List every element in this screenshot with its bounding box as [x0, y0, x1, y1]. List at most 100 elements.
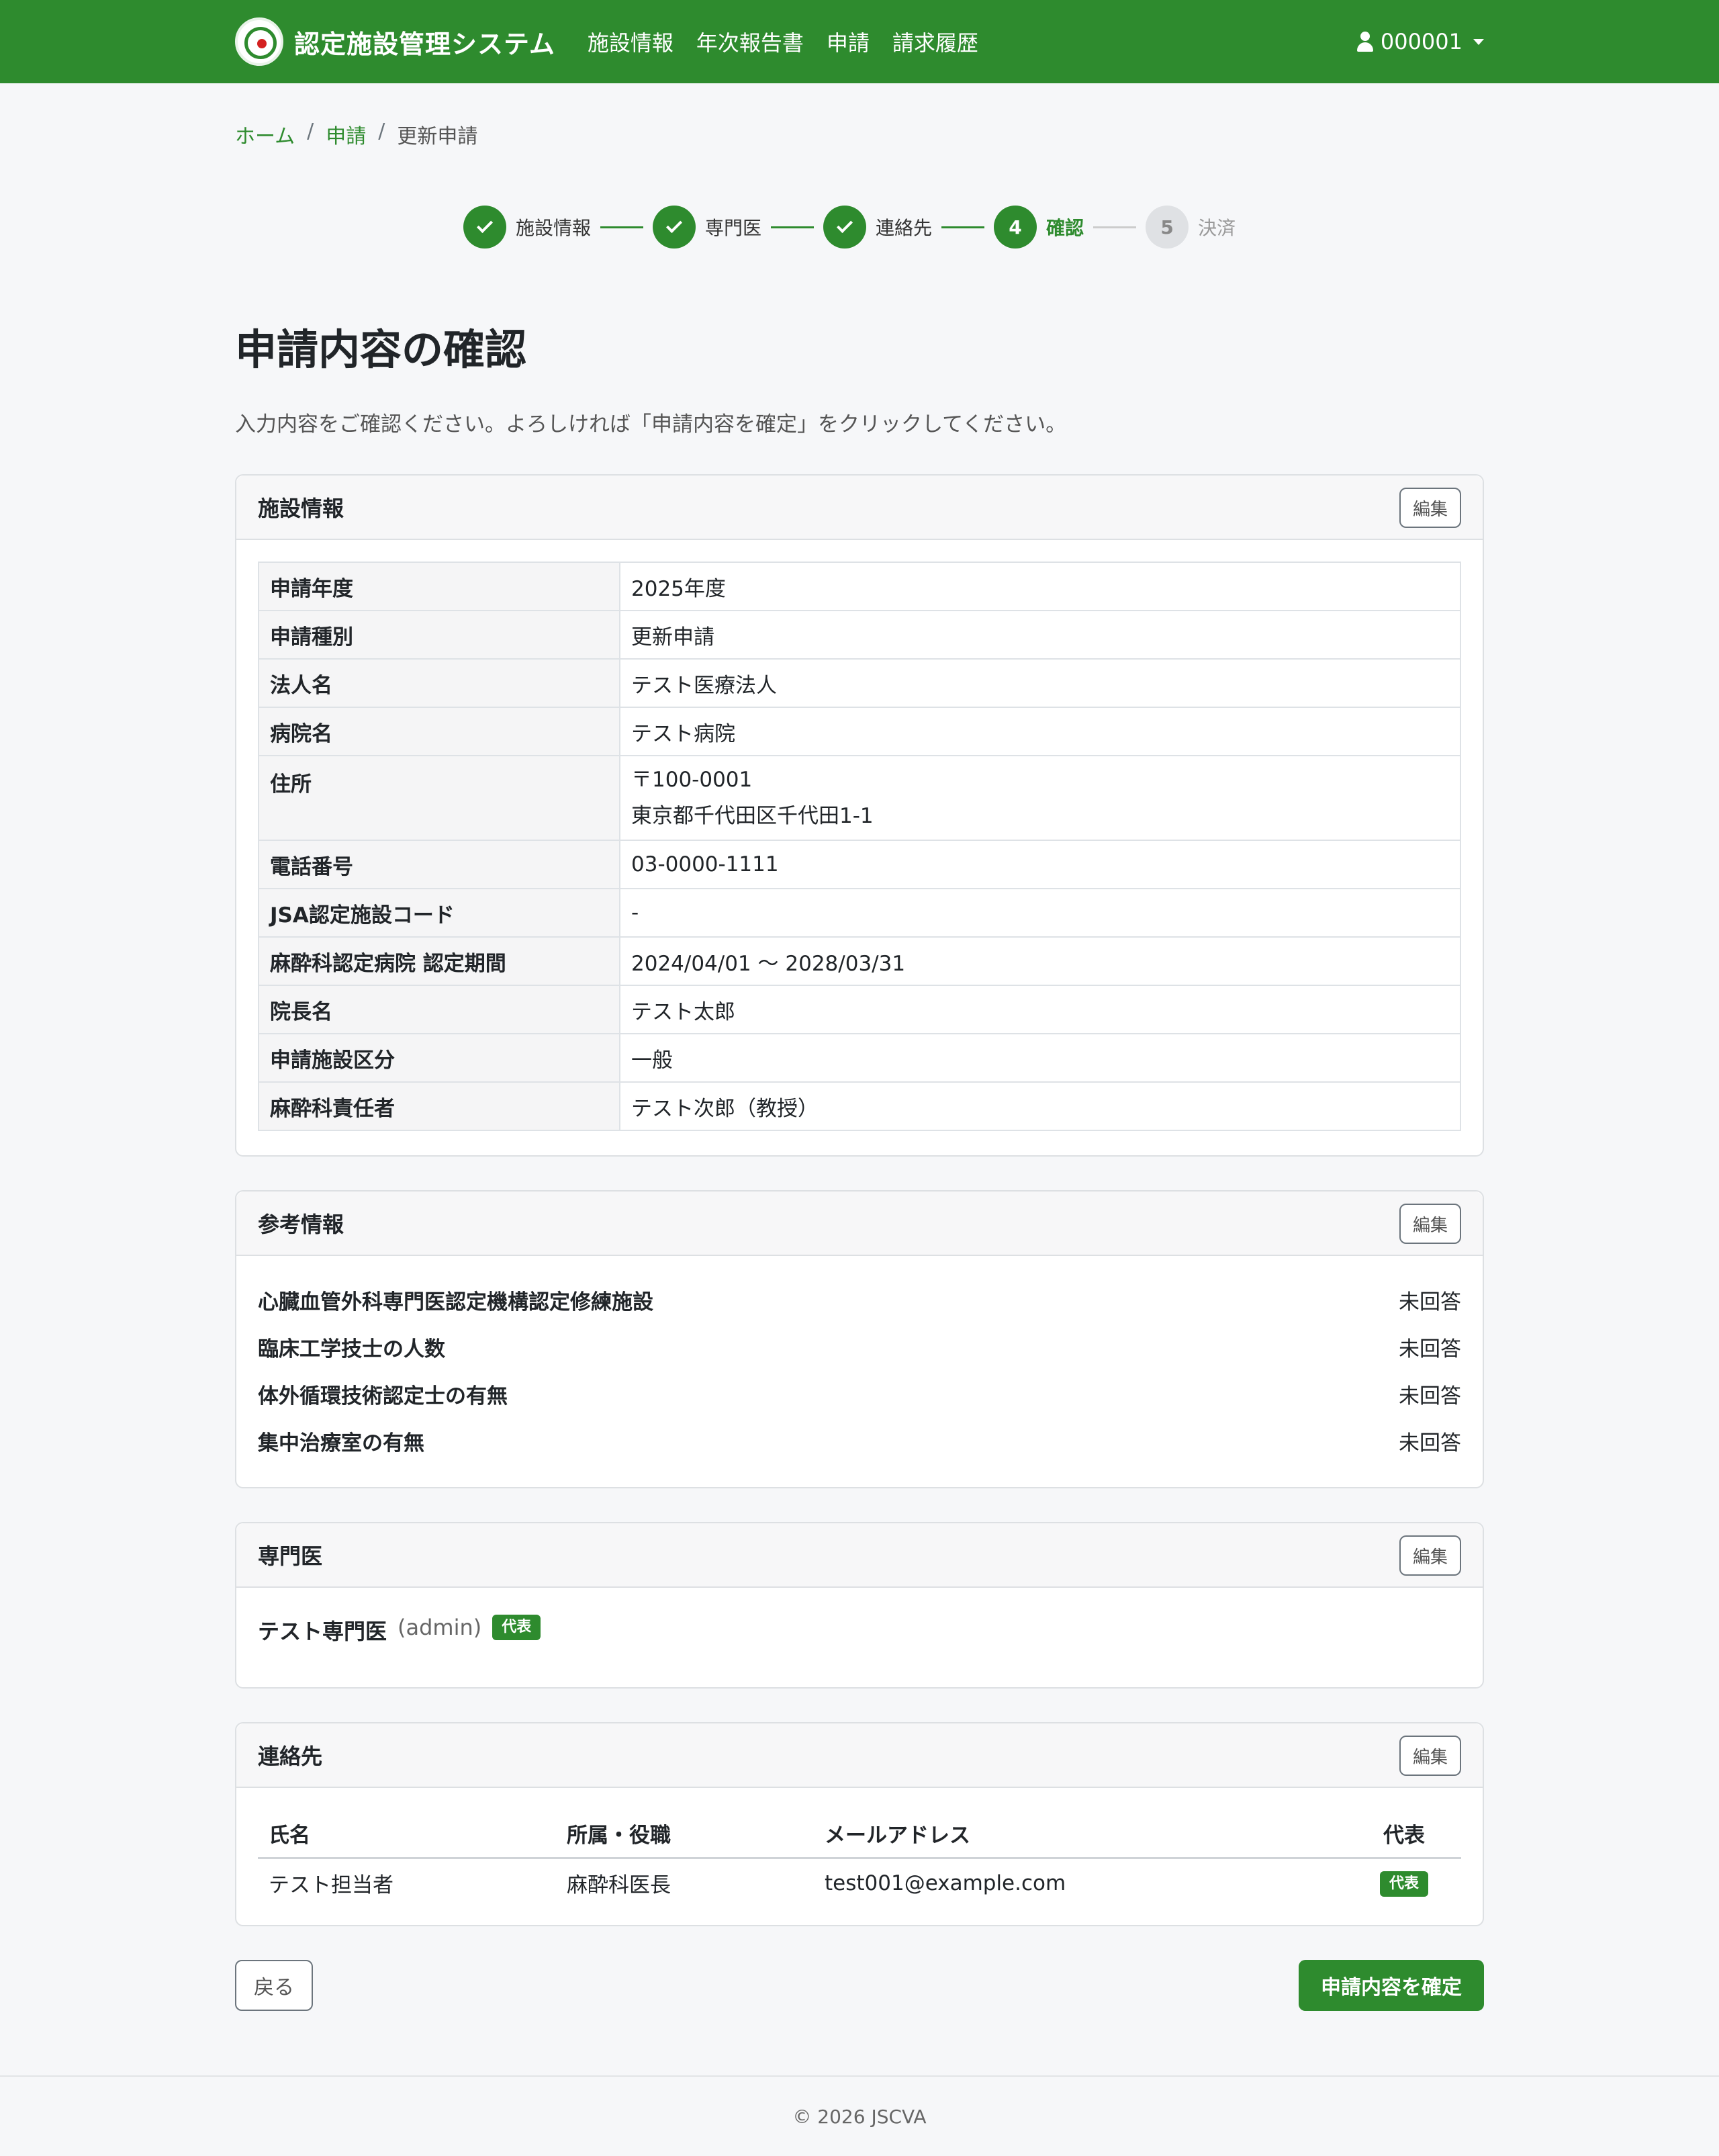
- row-label: 院長名: [258, 985, 620, 1034]
- list-item: 臨床工学技士の人数 未回答: [258, 1323, 1461, 1370]
- reference-info-card: 参考情報 編集 心臓血管外科専門医認定機構認定修練施設 未回答 臨床工学技士の人数…: [235, 1190, 1484, 1488]
- brand-title[interactable]: 認定施設管理システム: [294, 24, 555, 60]
- card-title: 連絡先: [258, 1744, 323, 1769]
- contact-email: test001@example.com: [825, 1871, 1066, 1895]
- representative-badge: 代表: [492, 1615, 541, 1640]
- table-row: 電話番号 03-0000-1111: [258, 840, 1461, 889]
- check-icon: [653, 206, 696, 249]
- table-row: 麻酔科認定病院 認定期間 2024/04/01 〜 2028/03/31: [258, 936, 1461, 986]
- row-label: 申請年度: [258, 562, 620, 611]
- step-facility: 施設情報: [463, 206, 591, 249]
- table-row: 麻酔科責任者 テスト次郎（教授）: [258, 1081, 1461, 1131]
- step-specialist: 専門医: [653, 206, 761, 249]
- card-title: 施設情報: [258, 496, 344, 521]
- footer: © 2026 JSCVA: [0, 2075, 1719, 2156]
- page-title: 申請内容の確認: [235, 325, 527, 374]
- row-label: 申請種別: [258, 610, 620, 660]
- postal-code: 〒100-0001: [631, 768, 753, 792]
- table-row: 病院名 テスト病院: [258, 707, 1461, 756]
- row-value: 一般: [619, 1033, 1461, 1083]
- card-header: 専門医 編集: [236, 1523, 1483, 1588]
- table-row: 申請種別 更新申請: [258, 610, 1461, 660]
- row-value: 2024/04/01 〜 2028/03/31: [619, 936, 1461, 986]
- row-value: テスト太郎: [619, 985, 1461, 1034]
- edit-specialists-button[interactable]: 編集: [1399, 1535, 1461, 1576]
- step-confirm: 4 確認: [994, 206, 1084, 249]
- row-label: 麻酔科責任者: [258, 1081, 620, 1131]
- facility-detail-table: 申請年度 2025年度 申請種別 更新申請 法人名 テスト医療法人 病院名 テスト病院 …: [258, 562, 1461, 1131]
- step-label: 施設情報: [516, 217, 592, 239]
- reference-question: 臨床工学技士の人数: [258, 1337, 445, 1361]
- table-row: 申請年度 2025年度: [258, 562, 1461, 611]
- column-header-email: メールアドレス: [814, 1809, 1347, 1859]
- breadcrumb-home[interactable]: ホーム: [235, 120, 295, 149]
- breadcrumb-apply[interactable]: 申請: [326, 120, 366, 149]
- card-title: 参考情報: [258, 1212, 344, 1237]
- reference-question: 心臓血管外科専門医認定機構認定修練施設: [258, 1290, 653, 1314]
- contact-name: テスト担当者: [269, 1873, 393, 1898]
- representative-badge: 代表: [1379, 1871, 1428, 1897]
- list-item: 体外循環技術認定士の有無 未回答: [258, 1370, 1461, 1417]
- edit-facility-button[interactable]: 編集: [1399, 488, 1461, 528]
- back-button[interactable]: 戻る: [235, 1960, 313, 2011]
- step-connector: [941, 226, 985, 228]
- nav-links: 施設情報 年次報告書 申請 請求履歴: [588, 26, 1001, 57]
- row-label: JSA認定施設コード: [258, 888, 620, 938]
- table-row: 法人名 テスト医療法人: [258, 658, 1461, 708]
- step-contacts: 連絡先: [823, 206, 932, 249]
- step-number: 5: [1146, 206, 1189, 249]
- table-row: JSA認定施設コード -: [258, 888, 1461, 938]
- check-icon: [463, 206, 506, 249]
- check-icon: [823, 206, 867, 249]
- nav-link-annual-report[interactable]: 年次報告書: [696, 26, 804, 57]
- reference-answer: 未回答: [1399, 1290, 1461, 1314]
- contacts-card: 連絡先 編集 氏名 所属・役職 メールアドレス 代表 テスト担当者 麻酔科医長 …: [235, 1722, 1484, 1926]
- step-label: 連絡先: [876, 217, 933, 239]
- row-value: テスト次郎（教授）: [619, 1081, 1461, 1131]
- nav-link-billing-history[interactable]: 請求履歴: [892, 26, 978, 57]
- step-label: 決済: [1198, 217, 1236, 239]
- reference-answer: 未回答: [1399, 1337, 1461, 1361]
- facility-info-card: 施設情報 編集 申請年度 2025年度 申請種別 更新申請 法人名 テスト医療法人 病…: [235, 474, 1484, 1157]
- row-value: 更新申請: [619, 610, 1461, 660]
- row-value: 03-0000-1111: [619, 840, 1461, 889]
- row-value: -: [619, 888, 1461, 938]
- row-label: 申請施設区分: [258, 1033, 620, 1083]
- logo-icon[interactable]: [235, 17, 283, 66]
- column-header-position: 所属・役職: [556, 1809, 814, 1859]
- top-navbar: 認定施設管理システム 施設情報 年次報告書 申請 請求履歴 000001: [0, 0, 1719, 83]
- caret-down-icon: [1473, 38, 1484, 45]
- edit-reference-button[interactable]: 編集: [1399, 1204, 1461, 1244]
- table-header-row: 氏名 所属・役職 メールアドレス 代表: [258, 1809, 1461, 1859]
- step-label: 専門医: [705, 217, 762, 239]
- contacts-table: 氏名 所属・役職 メールアドレス 代表 テスト担当者 麻酔科医長 test001…: [258, 1809, 1461, 1907]
- breadcrumb-separator: /: [307, 120, 314, 143]
- card-header: 参考情報 編集: [236, 1192, 1483, 1256]
- user-id: 000001: [1380, 29, 1462, 54]
- reference-answer: 未回答: [1399, 1384, 1461, 1408]
- nav-link-facility[interactable]: 施設情報: [588, 26, 673, 57]
- step-number: 4: [994, 206, 1037, 249]
- step-connector: [600, 226, 644, 228]
- page-lead: 入力内容をご確認ください。よろしければ「申請内容を確定」をクリックしてください。: [235, 412, 1067, 437]
- edit-contacts-button[interactable]: 編集: [1399, 1736, 1461, 1776]
- reference-list: 心臓血管外科専門医認定機構認定修練施設 未回答 臨床工学技士の人数 未回答 体外循環…: [236, 1256, 1483, 1478]
- specialist-item: テスト専門医 (admin) 代表: [236, 1588, 1483, 1689]
- breadcrumb-separator: /: [378, 120, 385, 143]
- contact-position: 麻酔科医長: [567, 1873, 671, 1898]
- contact-representative: 代表: [1347, 1858, 1461, 1907]
- row-label: 病院名: [258, 707, 620, 756]
- nav-link-application[interactable]: 申請: [827, 26, 870, 57]
- reference-question: 集中治療室の有無: [258, 1431, 424, 1455]
- row-label: 電話番号: [258, 840, 620, 889]
- copyright: © 2026 JSCVA: [792, 2105, 927, 2128]
- column-header-name: 氏名: [258, 1809, 556, 1859]
- user-menu-dropdown[interactable]: 000001: [1356, 29, 1484, 54]
- card-title: 専門医: [258, 1543, 323, 1569]
- step-payment: 5 決済: [1146, 206, 1236, 249]
- row-label: 住所: [258, 755, 620, 841]
- column-header-representative: 代表: [1347, 1809, 1461, 1859]
- confirm-application-button[interactable]: 申請内容を確定: [1299, 1960, 1484, 2011]
- step-label: 確認: [1046, 217, 1084, 239]
- specialist-name: テスト専門医: [258, 1619, 387, 1644]
